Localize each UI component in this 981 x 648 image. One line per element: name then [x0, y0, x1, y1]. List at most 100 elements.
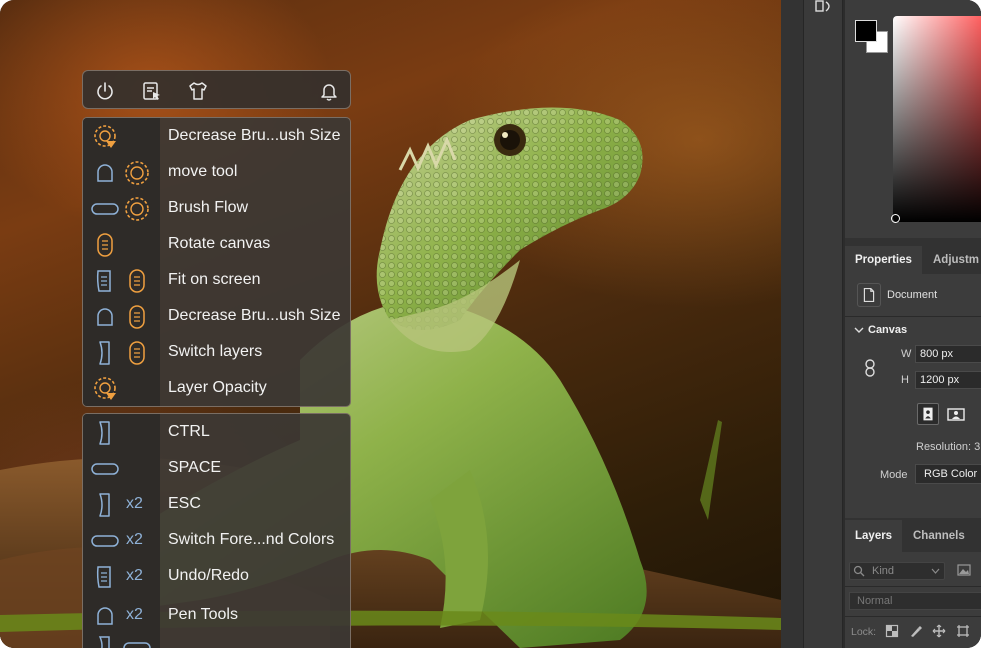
spacebar-icon — [91, 463, 119, 475]
shortcut-row[interactable]: Brush Flow — [83, 191, 350, 227]
dial-press-icon — [94, 125, 116, 148]
document-icon — [857, 283, 881, 307]
shortcut-label: Decrease Bru...ush Size — [168, 127, 341, 144]
properties-tabbar: Properties Adjustm — [845, 246, 981, 274]
tools-strip — [803, 0, 843, 648]
tab-adjustments[interactable]: Adjustm — [923, 246, 981, 274]
mouse-left-icon — [97, 607, 113, 625]
shortcut-list-upper: Decrease Bru...ush Size move tool Brush … — [82, 117, 351, 407]
lock-transparent-pixels-icon[interactable] — [885, 624, 899, 638]
dial-press-icon — [94, 377, 116, 400]
panel-icon[interactable] — [814, 0, 834, 14]
shortcut-list-lower: CTRL SPACE x2 ESC x2 Switch Fore...nd Co… — [82, 413, 351, 648]
canvas-section-title[interactable]: Canvas — [868, 324, 907, 336]
shortcut-label: Switch Fore...nd Colors — [168, 531, 335, 548]
divider — [845, 586, 981, 587]
pen-button-icon — [96, 270, 111, 292]
shortcut-row[interactable]: Fit on screen — [83, 263, 350, 299]
width-field[interactable]: 800 px — [915, 345, 981, 363]
document-cursor-icon[interactable] — [141, 80, 163, 102]
scroll-wheel-icon — [129, 341, 145, 365]
search-icon — [853, 565, 865, 577]
scroll-wheel-icon — [129, 269, 145, 293]
side-button-icon — [99, 421, 110, 445]
shortcut-label: CTRL — [168, 423, 210, 440]
portrait-orientation-icon[interactable] — [917, 403, 939, 425]
shortcut-row[interactable]: x2 Pen Tools — [83, 600, 350, 636]
layers-panel: Layers Channels Kind Normal Lock: — [845, 520, 981, 648]
scroll-wheel-icon — [97, 233, 113, 257]
app-window: Properties Adjustm Document Canvas W 800… — [0, 0, 981, 648]
lock-label: Lock: — [851, 626, 877, 638]
shortcut-label: Brush Flow — [168, 199, 249, 216]
shortcut-label: Pen Tools — [168, 606, 238, 623]
shortcut-row[interactable]: x2 Switch Fore...nd Colors — [83, 523, 350, 559]
blend-mode-select[interactable]: Normal — [849, 592, 981, 610]
color-panel — [845, 0, 981, 238]
mouse-left-icon — [97, 164, 113, 182]
shortcut-label: Layer Opacity — [168, 379, 267, 396]
bell-icon[interactable] — [318, 80, 340, 102]
mode-label: Mode — [880, 469, 908, 481]
shortcut-row[interactable]: x2 Undo/Redo — [83, 559, 350, 595]
spacebar-icon — [91, 203, 119, 215]
shortcut-label: SPACE — [168, 459, 222, 476]
shortcut-label: Switch layers — [168, 343, 263, 360]
shortcut-row-partial — [83, 633, 350, 648]
height-label: H — [901, 374, 909, 386]
lock-position-icon[interactable] — [932, 624, 946, 638]
color-picker-handle[interactable] — [891, 214, 900, 223]
right-panel: Properties Adjustm Document Canvas W 800… — [845, 0, 981, 648]
tab-layers[interactable]: Layers — [845, 520, 902, 552]
resolution-label: Resolution: 3 — [916, 441, 981, 453]
mouse-left-icon — [97, 308, 113, 326]
spacebar-icon — [91, 535, 119, 547]
layers-tabbar: Layers Channels — [845, 520, 981, 552]
lock-image-pixels-icon[interactable] — [909, 624, 923, 638]
scroll-wheel-icon — [129, 305, 145, 329]
power-icon[interactable] — [94, 80, 116, 102]
shortcut-label: Undo/Redo — [168, 567, 249, 584]
dial-icon — [125, 161, 149, 185]
divider — [845, 616, 981, 617]
spacebar-icon — [123, 642, 151, 648]
press-count: x2 — [126, 531, 143, 548]
tab-channels[interactable]: Channels — [903, 520, 981, 552]
properties-panel: Properties Adjustm Document Canvas W 800… — [845, 246, 981, 518]
shortcut-label: Fit on screen — [168, 271, 261, 288]
divider — [845, 316, 981, 317]
panel-gutter — [781, 0, 803, 648]
shirt-icon[interactable] — [187, 80, 209, 102]
shortcut-label: move tool — [168, 163, 238, 180]
color-picker-field[interactable] — [893, 16, 981, 222]
shortcut-row[interactable]: SPACE — [83, 451, 350, 487]
lock-artboard-icon[interactable] — [956, 624, 970, 638]
shortcut-label: Decrease Bru...ush Size — [168, 307, 341, 324]
shortcut-row[interactable]: move tool — [83, 155, 350, 191]
side-button-icon — [98, 636, 110, 648]
mode-select[interactable]: RGB Color — [915, 464, 981, 484]
shortcut-row[interactable]: Decrease Bru...ush Size — [83, 119, 350, 155]
press-count: x2 — [126, 567, 143, 584]
image-filter-icon[interactable] — [957, 564, 971, 576]
shortcut-row[interactable]: Switch layers — [83, 335, 350, 371]
landscape-orientation-icon[interactable] — [945, 403, 967, 425]
press-count: x2 — [126, 495, 143, 512]
tab-properties[interactable]: Properties — [845, 246, 922, 274]
chevron-down-icon — [931, 568, 940, 574]
shortcut-label: ESC — [168, 495, 201, 512]
chevron-down-icon[interactable] — [853, 324, 865, 336]
shortcut-label: Rotate canvas — [168, 235, 271, 252]
foreground-color-swatch[interactable] — [855, 20, 877, 42]
height-field[interactable]: 1200 px — [915, 371, 981, 389]
shortcut-row[interactable]: Decrease Bru...ush Size — [83, 299, 350, 335]
shortcut-row[interactable]: x2 ESC — [83, 487, 350, 523]
shortcut-row[interactable]: Rotate canvas — [83, 227, 350, 263]
shortcut-row[interactable]: Layer Opacity — [83, 371, 350, 406]
document-label: Document — [887, 289, 938, 301]
dial-icon — [125, 197, 149, 221]
pen-button-icon — [96, 566, 111, 588]
link-dimensions-icon[interactable] — [863, 358, 877, 378]
shortcut-row[interactable]: CTRL — [83, 415, 350, 451]
width-label: W — [901, 348, 912, 360]
